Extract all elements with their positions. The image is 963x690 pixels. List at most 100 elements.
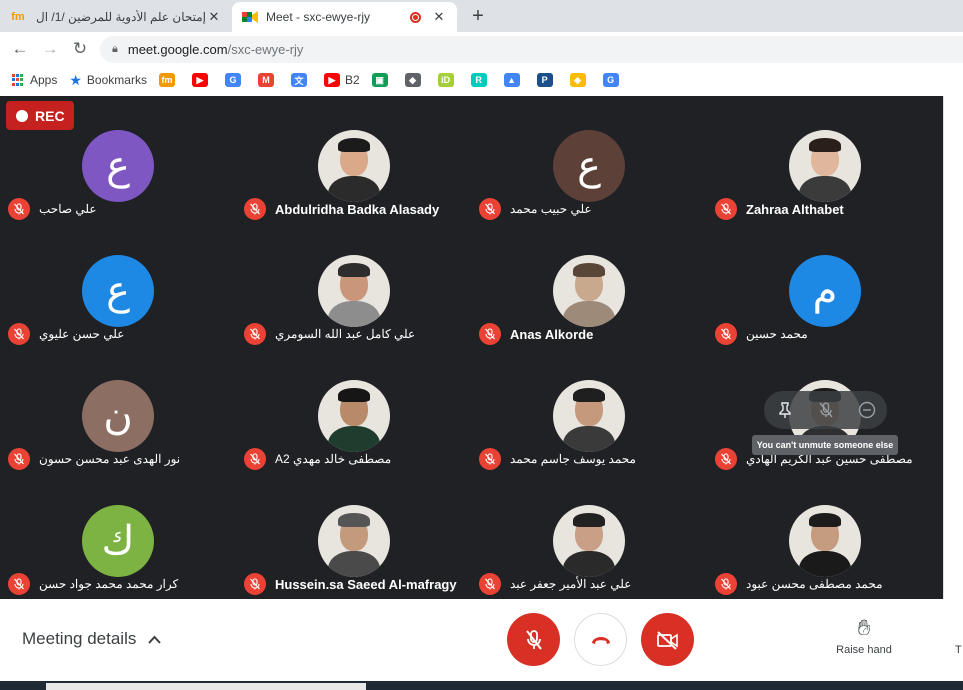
bottom-control-bar: Meeting details ✋︎ Raise hand T — [0, 599, 963, 681]
participant-name: Anas Alkorde — [510, 326, 594, 342]
bookmark-item[interactable]: ◆ — [404, 73, 426, 87]
participant-tile[interactable]: علي كامل عبد الله السومري — [236, 227, 471, 352]
bookmark-item[interactable]: 文 — [290, 73, 312, 87]
avatar — [318, 130, 390, 202]
avatar: ع — [82, 255, 154, 327]
participant-tile[interactable]: علي عبد الأمير جعفر عبد — [471, 477, 706, 602]
bookmark-item[interactable]: Apps — [12, 73, 57, 87]
mic-off-icon[interactable] — [812, 396, 840, 424]
participant-tile[interactable]: محمد يوسف جاسم محمد — [471, 352, 706, 477]
leave-call-button[interactable] — [574, 613, 627, 666]
youtube-icon: ▶ — [191, 73, 208, 87]
participant-nameplate: محمد حسين — [715, 323, 808, 345]
mic-off-icon — [8, 198, 30, 220]
meeting-details-button[interactable]: Meeting details — [22, 629, 162, 649]
bookmark-item[interactable]: ▶ B2 — [323, 73, 360, 87]
taskbar-search[interactable] — [46, 683, 366, 690]
meeting-details-label: Meeting details — [22, 629, 137, 648]
mic-off-icon — [715, 323, 737, 345]
avatar — [553, 380, 625, 452]
participant-tile[interactable]: ن نور الهدى عبد محسن حسون — [0, 352, 235, 477]
participant-tile[interactable]: مصطفى خالد مهدي A2 — [236, 352, 471, 477]
bookmark-item[interactable]: ◈ — [569, 73, 591, 87]
participant-tile[interactable]: Hussein.sa Saeed Al-mafragy — [236, 477, 471, 602]
remove-icon[interactable] — [853, 396, 881, 424]
back-arrow-icon[interactable]: ← — [9, 38, 31, 60]
bookmark-item[interactable]: G — [602, 73, 624, 87]
hang-up-icon — [591, 636, 610, 644]
bookmark-item[interactable]: fm — [158, 73, 180, 87]
youtube-icon: ▶ — [323, 73, 340, 87]
hand-icon: ✋︎ — [857, 615, 871, 640]
participant-nameplate: مصطفى خالد مهدي A2 — [244, 448, 391, 470]
mic-toggle-button[interactable] — [507, 613, 560, 666]
participant-name: علي حبيب محمد — [510, 202, 592, 216]
participant-tile[interactable]: ك كرار محمد محمد جواد حسن — [0, 477, 235, 602]
avatar: ن — [82, 380, 154, 452]
mic-off-icon — [8, 448, 30, 470]
avatar — [318, 380, 390, 452]
participant-tile[interactable]: Anas Alkorde — [471, 227, 706, 352]
meet-icon — [242, 9, 258, 25]
bookmark-item[interactable]: iD — [437, 73, 459, 87]
avatar — [789, 130, 861, 202]
bookmark-item[interactable]: ▶ — [191, 73, 213, 87]
pin-icon[interactable] — [771, 396, 799, 424]
tab-meet[interactable]: Meet - sxc-ewye-rjy ✕ — [232, 2, 457, 32]
apps-grid-icon — [12, 74, 24, 86]
mic-off-icon — [8, 323, 30, 345]
address-bar[interactable]: 🔒︎ meet.google.com/sxc-ewye-rjy — [100, 36, 963, 63]
bookmark-item[interactable]: M — [257, 73, 279, 87]
google-icon: G — [224, 73, 241, 87]
bookmark-item[interactable]: G — [224, 73, 246, 87]
forward-arrow-icon[interactable]: → — [39, 38, 61, 60]
tab-strip: fm إمتحان علم الأدوية للمرضين /1/ ال ✕ M… — [0, 0, 963, 32]
tooltip: You can't unmute someone else — [752, 435, 898, 455]
camera-off-icon — [656, 630, 678, 650]
classroom-icon: ▣ — [371, 73, 388, 87]
bookmark-item[interactable]: ★ Bookmarks — [69, 72, 147, 89]
participant-name: كرار محمد محمد جواد حسن — [39, 577, 179, 591]
participant-name: Hussein.sa Saeed Al-mafragy — [275, 576, 457, 592]
participant-nameplate: Zahraa Althabet — [715, 198, 844, 220]
bookmark-item[interactable]: P — [536, 73, 558, 87]
participant-nameplate: علي كامل عبد الله السومري — [244, 323, 415, 345]
participant-tile[interactable]: ع علي حبيب محمد — [471, 102, 706, 227]
close-icon[interactable]: ✕ — [431, 9, 447, 25]
participant-nameplate: علي عبد الأمير جعفر عبد — [479, 573, 631, 595]
new-tab-button[interactable]: + — [467, 5, 489, 27]
reload-icon[interactable]: ↻ — [69, 38, 91, 60]
participant-tile[interactable]: محمد مصطفى محسن عبود — [707, 477, 942, 602]
avatar — [318, 505, 390, 577]
participant-nameplate: كرار محمد محمد جواد حسن — [8, 573, 178, 595]
fm-icon: fm — [158, 73, 175, 87]
participant-hover-controls — [764, 391, 887, 429]
url-host: meet.google.com — [127, 42, 228, 57]
participant-tile[interactable]: م محمد حسين — [707, 227, 942, 352]
participant-tile[interactable]: Abdulridha Badka Alasady — [236, 102, 471, 227]
url-path: /sxc-ewye-rjy — [227, 42, 304, 57]
cube-icon: ◆ — [404, 73, 421, 87]
scholar-icon: ▲ — [503, 73, 520, 87]
tab-exam[interactable]: fm إمتحان علم الأدوية للمرضين /1/ ال ✕ — [0, 2, 232, 32]
mic-off-icon — [479, 448, 501, 470]
tab-title: Meet - sxc-ewye-rjy — [266, 10, 371, 24]
raise-hand-button[interactable]: ✋︎ Raise hand — [828, 615, 900, 656]
video-grid: REC ع علي صاحب Abdulridha Badka Alasady ع عل… — [0, 96, 943, 599]
bookmark-item[interactable]: ▲ — [503, 73, 525, 87]
participant-tile[interactable]: Zahraa Althabet — [707, 102, 942, 227]
camera-toggle-button[interactable] — [641, 613, 694, 666]
participant-name: مصطفى خالد مهدي A2 — [275, 452, 392, 466]
bookmark-item[interactable]: ▣ — [371, 73, 393, 87]
participant-name: Zahraa Althabet — [746, 201, 844, 217]
bookmark-label: B2 — [344, 73, 360, 87]
close-icon[interactable]: ✕ — [206, 9, 222, 25]
gmail-icon: M — [257, 73, 274, 87]
participant-nameplate: علي صاحب — [8, 198, 97, 220]
bookmark-item[interactable]: R — [470, 73, 492, 87]
participant-nameplate: محمد مصطفى محسن عبود — [715, 573, 883, 595]
mic-off-icon — [479, 323, 501, 345]
avatar — [789, 505, 861, 577]
participant-tile[interactable]: ع علي حسن عليوي — [0, 227, 235, 352]
p-icon: P — [536, 73, 553, 87]
